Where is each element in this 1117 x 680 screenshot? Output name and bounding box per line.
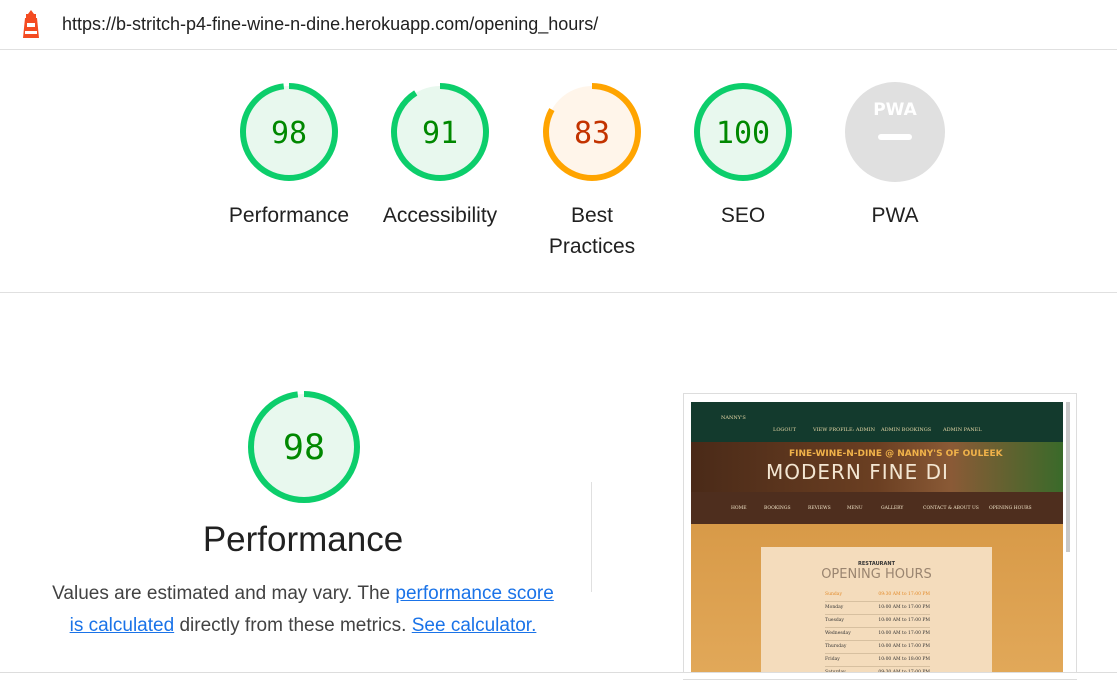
- row-time: 10:00 AM to 18:00 PM: [878, 657, 930, 662]
- screenshot-hours-row: Thursday 10:00 AM to 17:00 PM: [825, 641, 930, 654]
- gauge-performance-ring: 98: [240, 83, 338, 181]
- gauge-score: 91: [422, 116, 458, 151]
- gauge-label: SEO: [720, 204, 766, 227]
- screenshot-hours-row: Sunday 09:30 AM to 17:00 PM: [825, 589, 930, 602]
- lighthouse-icon: [23, 10, 39, 38]
- pwa-badge-text: PWA: [873, 100, 917, 120]
- final-screenshot[interactable]: NANNY'S LOGOUT VIEW PROFILE: ADMIN ADMIN…: [683, 393, 1077, 680]
- gauge-seo[interactable]: 100 SEO: [673, 80, 813, 231]
- screenshot-card-title: OPENING HOURS: [821, 567, 932, 582]
- vertical-divider: [591, 482, 592, 592]
- gauge-label-line1: Best: [570, 204, 614, 227]
- gauge-best-practices[interactable]: 83 Best Practices: [522, 80, 662, 262]
- desc-prefix: Values are estimated and may vary. The: [52, 583, 396, 604]
- screenshot-mainnav: HOME BOOKINGS REVIEWS MENU GALLERY CONTA…: [691, 492, 1063, 524]
- screenshot-topnav: NANNY'S LOGOUT VIEW PROFILE: ADMIN ADMIN…: [691, 402, 1063, 442]
- gauge-score: 83: [574, 116, 610, 151]
- screenshot-nav-item: VIEW PROFILE: ADMIN: [813, 427, 875, 433]
- screenshot-nav-item: ADMIN BOOKINGS: [881, 427, 932, 433]
- gauge-pwa[interactable]: PWA PWA: [825, 80, 965, 231]
- row-day: Wednesday: [825, 631, 851, 636]
- gauge-score: 100: [716, 116, 770, 151]
- screenshot-hours-row: Wednesday 10:00 AM to 17:00 PM: [825, 628, 930, 641]
- gauge-label: PWA: [871, 204, 919, 227]
- row-time: 10:00 AM to 17:00 PM: [878, 631, 930, 636]
- row-day: Sunday: [825, 592, 842, 597]
- screenshot-nav-item: REVIEWS: [808, 506, 831, 511]
- row-day: Tuesday: [825, 618, 844, 623]
- performance-main-score: 98: [283, 428, 325, 468]
- gauge-accessibility[interactable]: 91 Accessibility: [370, 80, 510, 231]
- screenshot-brand: NANNY'S: [721, 415, 746, 421]
- top-bar: https://b-stritch-p4-fine-wine-n-dine.he…: [0, 0, 1117, 50]
- row-time: 10:00 AM to 17:00 PM: [878, 644, 930, 649]
- row-day: Monday: [825, 605, 844, 610]
- performance-title: Performance: [202, 520, 404, 559]
- screenshot-nav-item: OPENING HOURS: [989, 506, 1032, 511]
- page-url[interactable]: https://b-stritch-p4-fine-wine-n-dine.he…: [62, 14, 598, 35]
- performance-main-gauge: 98: [248, 391, 360, 503]
- screenshot-hours-row: Monday 10:00 AM to 17:00 PM: [825, 602, 930, 615]
- gauge-accessibility-ring: 91: [391, 83, 489, 181]
- screenshot-hours-row: Friday 10:00 AM to 18:00 PM: [825, 654, 930, 667]
- gauge-performance[interactable]: 98 Performance: [219, 80, 359, 231]
- row-time: 10:00 AM to 17:00 PM: [878, 618, 930, 623]
- row-day: Thursday: [825, 644, 847, 649]
- gauge-label: Accessibility: [382, 204, 498, 227]
- screenshot-content: NANNY'S LOGOUT VIEW PROFILE: ADMIN ADMIN…: [691, 402, 1063, 678]
- screenshot-hero: FINE-WINE-N-DINE @ NANNY'S OF OULEEK MOD…: [691, 442, 1063, 492]
- screenshot-nav-item: ADMIN PANEL: [943, 427, 982, 433]
- section-divider: [0, 292, 1117, 293]
- see-calculator-link[interactable]: See calculator.: [412, 615, 537, 636]
- screenshot-nav-item: BOOKINGS: [764, 506, 791, 511]
- screenshot-nav-item: HOME: [731, 506, 747, 511]
- row-time: 10:00 AM to 17:00 PM: [878, 605, 930, 610]
- gauge-label: Best Practices: [522, 200, 662, 262]
- screenshot-nav-item: MENU: [847, 506, 863, 511]
- screenshot-hero-line2: MODERN FINE DI: [766, 460, 949, 484]
- screenshot-nav-item: CONTACT & ABOUT US: [923, 506, 979, 511]
- gauge-best-practices-ring: 83: [543, 83, 641, 181]
- screenshot-hours-row: Tuesday 10:00 AM to 17:00 PM: [825, 615, 930, 628]
- screenshot-hero-line1: FINE-WINE-N-DINE @ NANNY'S OF OULEEK: [789, 449, 1003, 459]
- row-time: 09:30 AM to 17:00 PM: [878, 592, 930, 597]
- gauge-label-line2: Practices: [548, 235, 636, 258]
- gauge-label: Performance: [228, 204, 350, 227]
- screenshot-nav-item: LOGOUT: [773, 427, 797, 433]
- pwa-badge-icon: PWA: [845, 82, 945, 182]
- gauge-seo-ring: 100: [694, 83, 792, 181]
- row-day: Friday: [825, 657, 840, 662]
- gauge-score: 98: [271, 116, 307, 151]
- screenshot-hours-card: RESTAURANT OPENING HOURS Sunday 09:30 AM …: [761, 547, 992, 678]
- desc-middle: directly from these metrics.: [174, 615, 412, 636]
- screenshot-scrollbar[interactable]: [1066, 402, 1070, 552]
- screenshot-nav-item: GALLERY: [881, 506, 904, 511]
- score-gauges: 98 Performance 91 Accessibility 83 Best …: [0, 80, 1117, 280]
- performance-description: Values are estimated and may vary. The p…: [50, 578, 556, 642]
